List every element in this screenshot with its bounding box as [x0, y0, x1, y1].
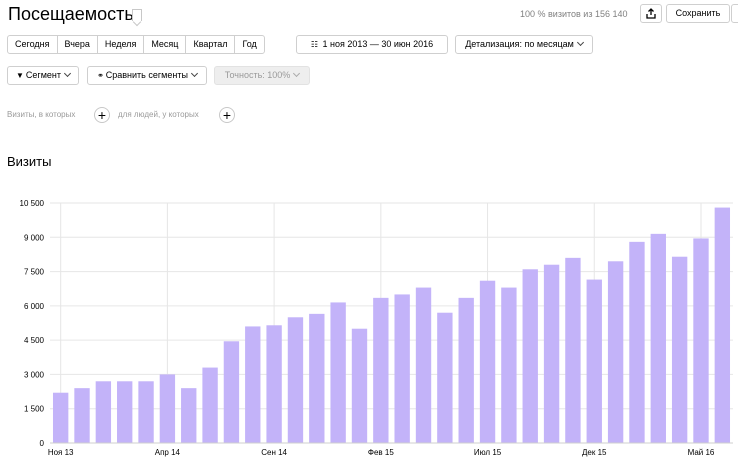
bar: [52, 392, 69, 443]
bar: [565, 257, 581, 443]
bar: [138, 381, 154, 443]
segment-label: Сегмент: [25, 70, 61, 80]
bar: [266, 325, 282, 443]
x-tick-label: Сен 14: [261, 448, 287, 457]
segment-dropdown[interactable]: ▼ Сегмент: [7, 66, 79, 85]
bar: [415, 287, 432, 443]
bar: [714, 207, 731, 443]
add-people-filter-button[interactable]: +: [219, 107, 235, 123]
period-quarter-button[interactable]: Квартал: [186, 36, 236, 53]
y-tick-label: 7 500: [24, 268, 45, 277]
bookmark-icon[interactable]: [132, 9, 142, 21]
y-tick-label: 1 500: [24, 405, 45, 414]
x-tick-label: Фев 15: [368, 448, 394, 457]
bar: [330, 302, 346, 443]
detail-dropdown[interactable]: Детализация: по месяцам: [455, 35, 593, 54]
bar: [522, 269, 538, 443]
bar: [181, 388, 197, 443]
bar: [351, 328, 368, 443]
calendar-icon: ☷: [310, 40, 318, 49]
period-year-button[interactable]: Год: [235, 36, 263, 53]
add-visits-filter-button[interactable]: +: [94, 107, 110, 123]
x-tick-label: Май 16: [688, 448, 715, 457]
detail-label: Детализация: по месяцам: [465, 39, 574, 49]
y-tick-label: 0: [40, 439, 45, 448]
bar: [394, 294, 410, 443]
bar: [373, 297, 389, 443]
bar: [629, 241, 645, 443]
y-tick-label: 4 500: [24, 336, 45, 345]
chart-title: Визиты: [7, 154, 52, 169]
bar: [287, 317, 304, 443]
x-tick-label: Ноя 13: [48, 448, 74, 457]
people-filter-label: для людей, у которых: [118, 110, 199, 119]
period-today-button[interactable]: Сегодня: [8, 36, 58, 53]
chevron-down-icon: [293, 69, 301, 78]
y-tick-label: 6 000: [24, 302, 45, 311]
chevron-down-icon: [190, 69, 198, 78]
save-button[interactable]: Сохранить: [666, 4, 730, 23]
page-title: Посещаемость: [8, 4, 134, 24]
accuracy-dropdown[interactable]: Точность: 100%: [214, 66, 310, 85]
compare-label: Сравнить сегменты: [105, 70, 188, 80]
y-tick-label: 3 000: [24, 370, 45, 379]
bar: [586, 279, 602, 443]
date-range-button[interactable]: ☷ 1 ноя 2013 — 30 июн 2016: [296, 35, 448, 54]
visits-bar-chart: 0 1 500 3 000 4 500 6 000 7 500 9 000 10 500 Ноя…: [20, 199, 733, 457]
x-tick-label: Июл 15: [474, 448, 502, 457]
bar: [309, 313, 325, 443]
y-tick-label: 9 000: [24, 233, 45, 242]
chevron-down-icon: [63, 69, 72, 78]
bar: [501, 287, 517, 443]
export-button[interactable]: [640, 4, 662, 23]
bar: [95, 381, 112, 443]
bar: [693, 238, 709, 443]
period-yesterday-button[interactable]: Вчера: [58, 36, 98, 53]
chevron-down-icon: [576, 38, 584, 47]
bar: [458, 297, 474, 443]
bar: [159, 374, 176, 443]
bar: [74, 388, 90, 443]
filter-icon: ▼: [16, 71, 24, 80]
export-icon: [646, 8, 656, 19]
bar: [202, 367, 218, 443]
date-range-label: 1 ноя 2013 — 30 июн 2016: [322, 39, 434, 49]
y-tick-label: 10 500: [20, 199, 45, 208]
visits-filter-label: Визиты, в которых: [7, 110, 76, 119]
x-tick-label: Дек 15: [582, 448, 607, 457]
period-month-button[interactable]: Месяц: [144, 36, 187, 53]
bar: [437, 312, 453, 443]
compare-icon: ⚭: [97, 71, 104, 80]
bar: [650, 233, 666, 443]
bar: [245, 326, 261, 443]
accuracy-label: Точность: 100%: [224, 70, 291, 80]
compare-segments-dropdown[interactable]: ⚭ Сравнить сегменты: [87, 66, 207, 85]
visits-info: 100 % визитов из 156 140: [520, 9, 628, 19]
more-button[interactable]: [731, 4, 738, 23]
bar: [607, 261, 624, 443]
bar: [117, 381, 133, 443]
bar: [543, 264, 560, 443]
bar: [223, 341, 240, 443]
period-selector: Сегодня Вчера Неделя Месяц Квартал Год: [7, 35, 265, 54]
bar: [479, 280, 496, 443]
bar: [671, 256, 688, 443]
x-tick-label: Апр 14: [155, 448, 181, 457]
period-week-button[interactable]: Неделя: [98, 36, 145, 53]
